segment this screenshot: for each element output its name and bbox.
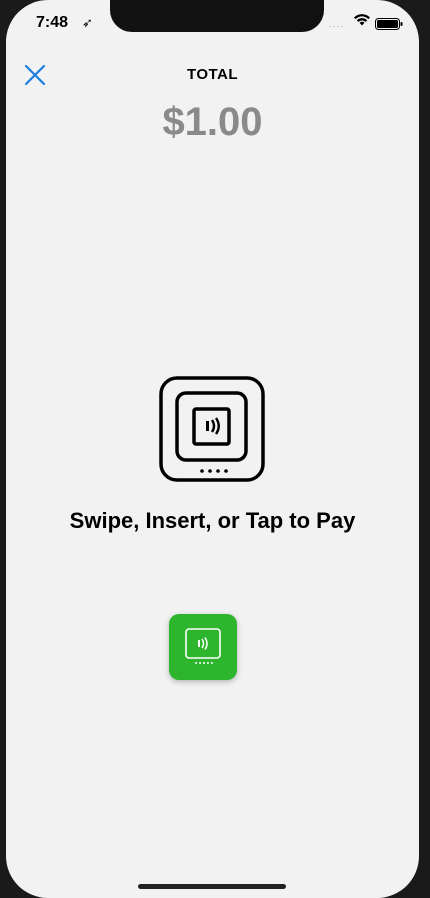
wifi-icon bbox=[353, 13, 371, 31]
contactless-payment-button[interactable] bbox=[169, 614, 237, 680]
phone-screen: 7:48 ➶ .... TOTAL $1.00 Swipe, Insert, o… bbox=[6, 0, 419, 898]
total-amount: $1.00 bbox=[162, 100, 263, 144]
payment-prompt: Swipe, Insert, or Tap to Pay bbox=[69, 508, 356, 533]
card-reader-icon bbox=[159, 376, 265, 487]
home-indicator[interactable] bbox=[138, 884, 286, 889]
location-arrow-icon: ➶ bbox=[82, 15, 93, 30]
contactless-reader-icon bbox=[185, 628, 221, 664]
battery-icon bbox=[375, 17, 403, 35]
notch bbox=[110, 0, 324, 32]
signal-indicator: .... bbox=[329, 19, 345, 30]
page-title: TOTAL bbox=[186, 66, 239, 83]
status-time: 7:48 bbox=[36, 14, 69, 31]
